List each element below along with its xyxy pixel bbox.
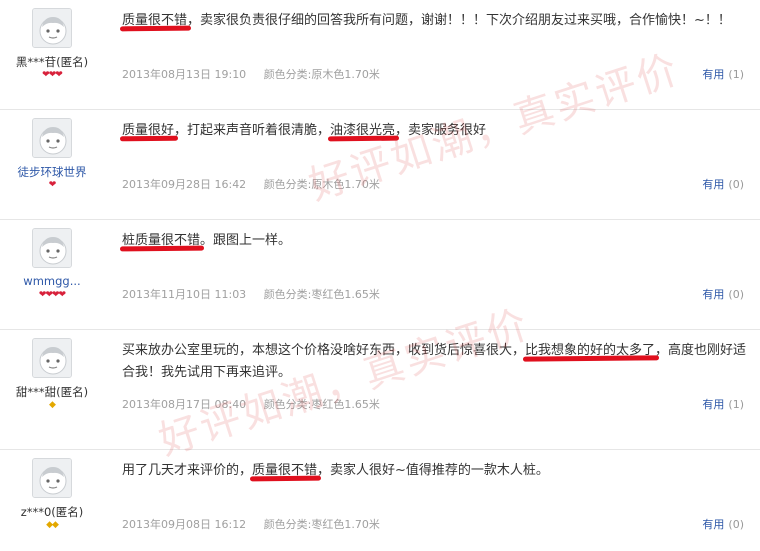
reviewer-rank-badge: ❤❤❤❤ — [0, 290, 104, 300]
review-meta: 2013年09月08日 16:12 颜色分类:枣红色1.70米 — [122, 516, 394, 532]
useful-count: (0) — [728, 178, 744, 191]
default-avatar-icon — [33, 9, 71, 47]
rank-heart-icon: ❤ — [58, 290, 66, 300]
review-date: 2013年08月13日 19:10 — [122, 68, 247, 81]
highlighted-phrase: 油漆很光亮 — [330, 123, 396, 138]
highlighted-phrase: 比我想象的好的太多了 — [525, 343, 656, 358]
review-text-segment: ，打起来声音听着很清脆， — [174, 123, 331, 138]
default-avatar-icon — [33, 119, 71, 157]
rank-diamond-icon: ◆ — [52, 520, 59, 530]
review-date: 2013年11月10日 11:03 — [122, 288, 247, 301]
avatar[interactable] — [32, 118, 72, 158]
review-text: 买来放办公室里玩的，本想这个价格没啥好东西，收到货后惊喜很大，比我想象的好的太多… — [122, 340, 752, 384]
review-spec: 颜色分类:原木色1.70米 — [263, 68, 380, 81]
reviewer-rank-badge: ◆ — [0, 400, 104, 410]
highlighted-phrase: 桩质量很不错 — [122, 233, 201, 248]
review-item: wmmgg... ❤❤❤❤ 桩质量很不错。跟图上一样。 2013年11月10日 … — [0, 220, 760, 330]
reviewer-name[interactable]: 徒步环球世界 — [0, 164, 104, 180]
avatar[interactable] — [32, 458, 72, 498]
review-text-segment: 用了几天才来评价的， — [122, 463, 253, 478]
useful-vote-button[interactable]: 有用 (1) — [702, 396, 744, 412]
useful-count: (1) — [728, 398, 744, 411]
useful-label[interactable]: 有用 — [702, 398, 724, 411]
reviewer-rank-badge: ❤ — [0, 180, 104, 190]
useful-count: (0) — [728, 518, 744, 531]
useful-label[interactable]: 有用 — [702, 68, 724, 81]
highlighted-phrase: 质量很不错 — [252, 463, 318, 478]
reviewer-name[interactable]: z***0(匿名) — [0, 504, 104, 520]
review-spec: 颜色分类:枣红色1.70米 — [263, 518, 380, 531]
useful-count: (0) — [728, 288, 744, 301]
review-item: z***0(匿名) ◆◆ 用了几天才来评价的，质量很不错，卖家人很好~值得推荐的… — [0, 450, 760, 551]
useful-vote-button[interactable]: 有用 (1) — [702, 66, 744, 82]
review-meta: 2013年09月28日 16:42 颜色分类:原木色1.70米 — [122, 176, 394, 192]
review-text: 用了几天才来评价的，质量很不错，卖家人很好~值得推荐的一款木人桩。 — [122, 460, 752, 482]
review-text-segment: 。跟图上一样。 — [200, 233, 292, 248]
reviewer-name[interactable]: 甜***甜(匿名) — [0, 384, 104, 400]
review-item: 徒步环球世界 ❤ 质量很好，打起来声音听着很清脆，油漆很光亮，卖家服务很好 20… — [0, 110, 760, 220]
review-meta: 2013年08月17日 08:40 颜色分类:枣红色1.65米 — [122, 396, 394, 412]
rank-heart-icon: ❤ — [48, 180, 56, 190]
useful-label[interactable]: 有用 — [702, 178, 724, 191]
review-date: 2013年09月08日 16:12 — [122, 518, 247, 531]
review-date: 2013年08月17日 08:40 — [122, 398, 247, 411]
review-meta: 2013年08月13日 19:10 颜色分类:原木色1.70米 — [122, 66, 394, 82]
useful-vote-button[interactable]: 有用 (0) — [702, 286, 744, 302]
default-avatar-icon — [33, 229, 71, 267]
useful-vote-button[interactable]: 有用 (0) — [702, 176, 744, 192]
rank-diamond-icon: ◆ — [49, 400, 56, 410]
review-spec: 颜色分类:枣红色1.65米 — [263, 288, 380, 301]
review-meta: 2013年11月10日 11:03 颜色分类:枣红色1.65米 — [122, 286, 394, 302]
review-item: 黑***苷(匿名) ❤❤❤ 质量很不错，卖家很负责很仔细的回答我所有问题，谢谢！… — [0, 0, 760, 110]
useful-count: (1) — [728, 68, 744, 81]
review-text: 质量很不错，卖家很负责很仔细的回答我所有问题，谢谢！！！下次介绍朋友过来买哦，合… — [122, 10, 752, 32]
default-avatar-icon — [33, 459, 71, 497]
review-text: 质量很好，打起来声音听着很清脆，油漆很光亮，卖家服务很好 — [122, 120, 752, 142]
reviewer-name[interactable]: wmmgg... — [0, 274, 104, 288]
review-date: 2013年09月28日 16:42 — [122, 178, 247, 191]
review-spec: 颜色分类:原木色1.70米 — [263, 178, 380, 191]
useful-vote-button[interactable]: 有用 (0) — [702, 516, 744, 532]
useful-label[interactable]: 有用 — [702, 288, 724, 301]
review-text: 桩质量很不错。跟图上一样。 — [122, 230, 752, 252]
highlighted-phrase: 质量很好 — [122, 123, 175, 138]
avatar[interactable] — [32, 8, 72, 48]
reviewer-rank-badge: ❤❤❤ — [0, 70, 104, 80]
review-spec: 颜色分类:枣红色1.65米 — [263, 398, 380, 411]
avatar[interactable] — [32, 338, 72, 378]
useful-label[interactable]: 有用 — [702, 518, 724, 531]
avatar[interactable] — [32, 228, 72, 268]
default-avatar-icon — [33, 339, 71, 377]
review-text-segment: ，卖家服务很好 — [395, 123, 487, 138]
highlighted-phrase: 质量很不错 — [122, 13, 188, 28]
review-text-segment: ，卖家很负责很仔细的回答我所有问题，谢谢！！！下次介绍朋友过来买哦，合作愉快！~… — [187, 13, 731, 28]
reviewer-name[interactable]: 黑***苷(匿名) — [0, 54, 104, 70]
rank-heart-icon: ❤ — [55, 70, 62, 80]
reviewer-rank-badge: ◆◆ — [0, 520, 104, 530]
review-item: 甜***甜(匿名) ◆ 买来放办公室里玩的，本想这个价格没啥好东西，收到货后惊喜… — [0, 330, 760, 450]
review-text-segment: ，卖家人很好~值得推荐的一款木人桩。 — [317, 463, 549, 478]
review-text-segment: 买来放办公室里玩的，本想这个价格没啥好东西，收到货后惊喜很大， — [122, 343, 526, 358]
